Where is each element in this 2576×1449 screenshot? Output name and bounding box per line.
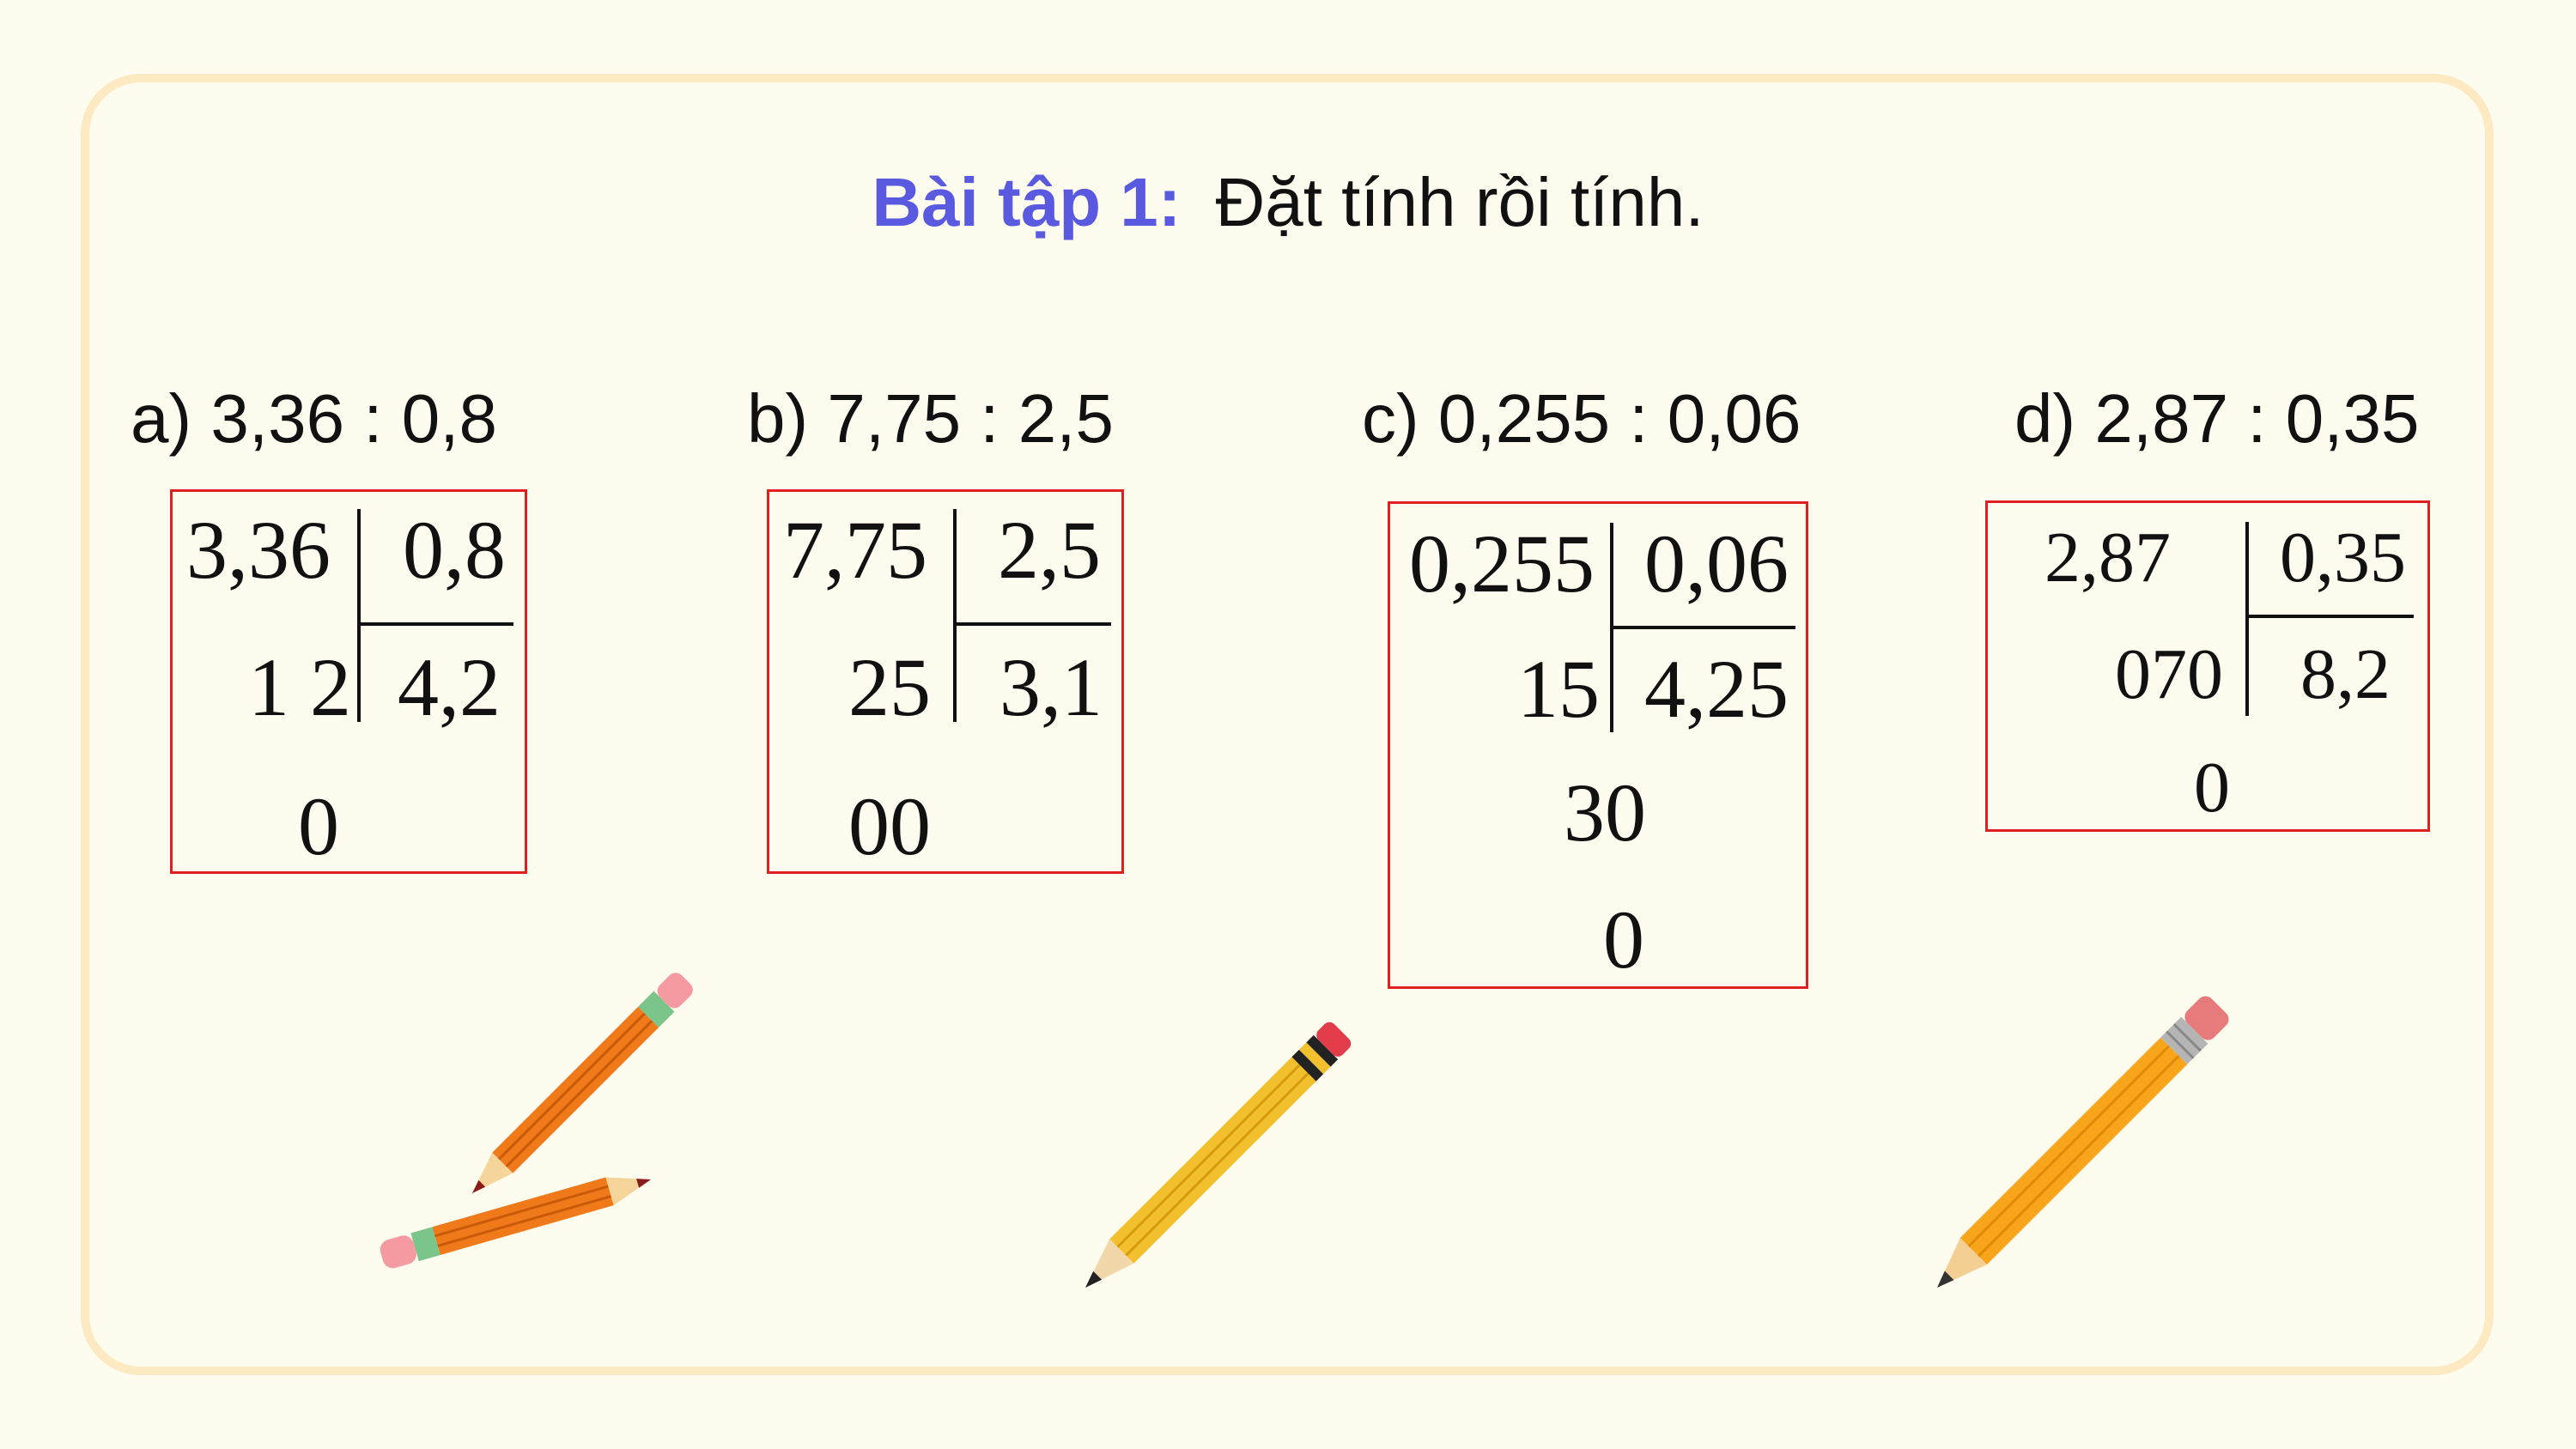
yellow-pencil-icon [1085, 1022, 1352, 1288]
pencil-illustrations [380, 973, 2229, 1288]
orange-pencil-icon [1937, 996, 2229, 1288]
pencil-pair-icon [380, 973, 693, 1269]
